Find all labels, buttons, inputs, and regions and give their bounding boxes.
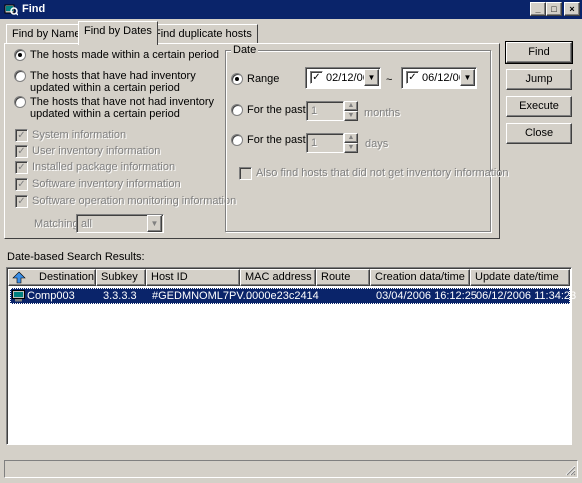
column-host-id[interactable]: Host ID bbox=[146, 269, 240, 286]
checkbox-software-inventory-label: Software inventory information bbox=[32, 178, 181, 190]
status-bar bbox=[4, 460, 578, 478]
sort-arrow-icon bbox=[12, 271, 26, 284]
close-window-button[interactable]: × bbox=[564, 2, 580, 16]
range-tilde: ~ bbox=[386, 74, 393, 86]
past-days-value: 1 bbox=[311, 137, 318, 149]
jump-button[interactable]: Jump bbox=[506, 69, 572, 90]
spin-up-icon[interactable]: ▲ bbox=[344, 133, 358, 143]
column-route[interactable]: Route bbox=[316, 269, 370, 286]
tab-label: Find by Dates bbox=[84, 25, 152, 37]
range-from-value: 02/12/06 bbox=[326, 72, 369, 84]
tab-find-duplicate-hosts[interactable]: Find duplicate hosts bbox=[148, 24, 258, 44]
checkbox-software-operation[interactable]: ✓ bbox=[15, 195, 28, 208]
radio-range[interactable] bbox=[231, 73, 243, 85]
days-unit-label: days bbox=[365, 138, 389, 150]
checkbox-system-info-label: System information bbox=[32, 129, 127, 141]
maximize-button[interactable]: □ bbox=[546, 2, 562, 16]
close-button[interactable]: Close bbox=[506, 123, 572, 144]
radio-hosts-made-label: The hosts made within a certain period bbox=[30, 49, 219, 61]
cell-destination: Comp003 bbox=[27, 290, 75, 302]
radio-hosts-inventory-updated[interactable] bbox=[14, 70, 26, 82]
chevron-down-icon[interactable]: ▼ bbox=[460, 69, 475, 86]
tab-find-by-name[interactable]: Find by Name bbox=[6, 24, 87, 44]
window-title: Find bbox=[22, 3, 46, 15]
tab-label: Find by Name bbox=[12, 28, 81, 40]
range-to-value: 06/12/06 bbox=[422, 72, 465, 84]
radio-inventory-not-updated-label-2: updated within a certain period bbox=[30, 108, 180, 120]
cell-created: 03/04/2006 16:12:25 bbox=[376, 290, 477, 302]
column-label: Route bbox=[321, 271, 351, 283]
resize-grip-icon[interactable] bbox=[564, 464, 576, 476]
matching-select[interactable]: all ▼ bbox=[76, 214, 164, 233]
results-label: Date-based Search Results: bbox=[7, 251, 145, 263]
column-label: Creation data/time bbox=[375, 271, 465, 283]
checkbox-installed-package[interactable]: ✓ bbox=[15, 161, 28, 174]
matching-value: all bbox=[81, 218, 93, 230]
column-label: Subkey bbox=[101, 271, 138, 283]
checkbox-user-inventory[interactable]: ✓ bbox=[15, 145, 28, 158]
spin-down-icon[interactable]: ▼ bbox=[344, 111, 358, 121]
checkbox-installed-package-label: Installed package information bbox=[32, 161, 176, 173]
cell-mac-address: 0000e23c2414 bbox=[246, 290, 319, 302]
computer-icon bbox=[12, 290, 25, 302]
column-label: Host ID bbox=[151, 271, 188, 283]
cell-host-id: #GEDMNOML7PV... bbox=[152, 290, 252, 302]
past-days-spinner[interactable]: ▲ ▼ bbox=[344, 133, 358, 153]
minimize-button[interactable]: _ bbox=[530, 2, 546, 16]
matching-label: Matching: bbox=[34, 218, 82, 230]
column-mac-address[interactable]: MAC address bbox=[240, 269, 316, 286]
tab-label: Find duplicate hosts bbox=[154, 28, 252, 40]
column-label: MAC address bbox=[245, 271, 312, 283]
cell-updated: 06/12/2006 11:34:23 bbox=[476, 290, 577, 302]
date-group-title: Date bbox=[231, 44, 259, 56]
checkbox-software-inventory[interactable]: ✓ bbox=[15, 178, 28, 191]
tab-find-by-dates[interactable]: Find by Dates bbox=[78, 21, 158, 45]
past-months-value: 1 bbox=[311, 105, 318, 117]
range-from-checkbox[interactable]: ✓ bbox=[310, 71, 323, 84]
range-from-date-picker[interactable]: ✓ 02/12/06 ▼ bbox=[305, 67, 381, 89]
past-days-label: For the past bbox=[247, 134, 306, 146]
column-update-date[interactable]: Update date/time bbox=[470, 269, 570, 286]
radio-hosts-made[interactable] bbox=[14, 49, 26, 61]
past-months-spinner[interactable]: ▲ ▼ bbox=[344, 101, 358, 121]
past-days-input[interactable]: 1 bbox=[306, 133, 344, 153]
radio-past-months[interactable] bbox=[231, 104, 243, 116]
spin-up-icon[interactable]: ▲ bbox=[344, 101, 358, 111]
execute-button[interactable]: Execute bbox=[506, 96, 572, 117]
range-label: Range bbox=[247, 73, 280, 85]
chevron-down-icon[interactable]: ▼ bbox=[364, 69, 379, 86]
radio-inventory-updated-label-2: updated within a certain period bbox=[30, 82, 180, 94]
column-creation-date[interactable]: Creation data/time bbox=[370, 269, 470, 286]
range-to-date-picker[interactable]: ✓ 06/12/06 ▼ bbox=[401, 67, 477, 89]
column-label: Update date/time bbox=[475, 271, 559, 283]
column-label: Destination bbox=[39, 271, 95, 283]
cell-subkey: 3.3.3.3 bbox=[103, 290, 137, 302]
title-bar[interactable]: Find _ □ × bbox=[0, 0, 582, 19]
chevron-down-icon: ▼ bbox=[147, 215, 162, 232]
range-to-checkbox[interactable]: ✓ bbox=[406, 71, 419, 84]
radio-past-days[interactable] bbox=[231, 134, 243, 146]
checkbox-system-info[interactable]: ✓ bbox=[15, 129, 28, 142]
find-app-icon bbox=[4, 4, 18, 16]
column-destination[interactable]: Destination bbox=[8, 269, 96, 286]
radio-hosts-inventory-not-updated[interactable] bbox=[14, 96, 26, 108]
column-subkey[interactable]: Subkey bbox=[96, 269, 146, 286]
also-find-label: Also find hosts that did not get invento… bbox=[256, 167, 509, 179]
find-button[interactable]: Find bbox=[505, 41, 573, 64]
past-months-label: For the past bbox=[247, 104, 306, 116]
past-months-input[interactable]: 1 bbox=[306, 101, 344, 121]
months-unit-label: months bbox=[364, 107, 401, 119]
checkbox-user-inventory-label: User inventory information bbox=[32, 145, 161, 157]
checkbox-software-operation-label: Software operation monitoring informatio… bbox=[32, 195, 237, 207]
checkbox-also-find[interactable] bbox=[239, 167, 252, 180]
spin-down-icon[interactable]: ▼ bbox=[344, 143, 358, 153]
